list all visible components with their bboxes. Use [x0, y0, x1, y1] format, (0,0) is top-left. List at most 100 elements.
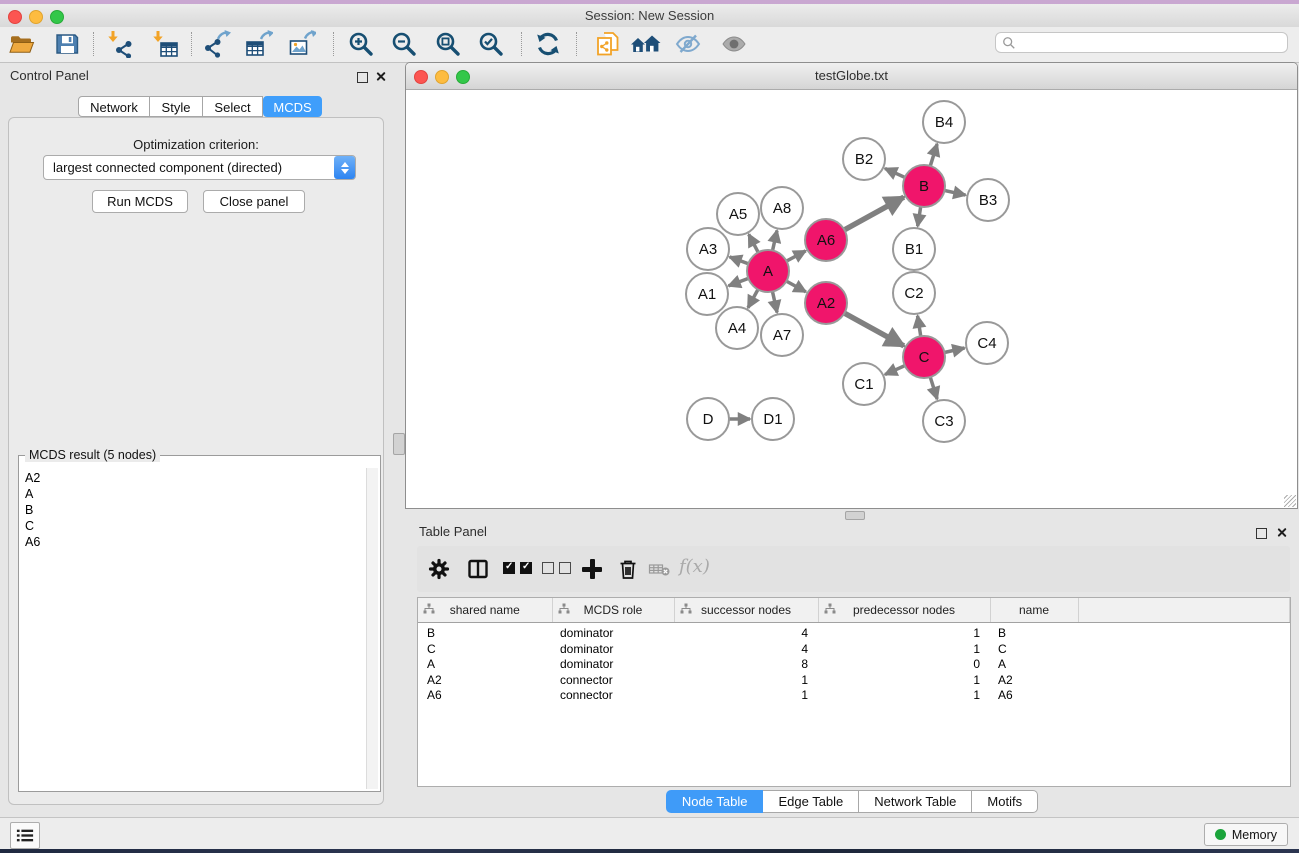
table-cell[interactable]: 4	[674, 623, 818, 642]
save-session-icon[interactable]	[53, 30, 81, 58]
memory-button[interactable]: Memory	[1204, 823, 1288, 846]
table-cell[interactable]: A6	[990, 688, 1078, 704]
settings-gear-icon[interactable]	[427, 557, 451, 581]
graph-node-B3[interactable]: B3	[967, 179, 1009, 221]
hide-selected-eye-icon[interactable]	[674, 30, 702, 58]
tab-mcds[interactable]: MCDS	[263, 96, 322, 117]
zoom-out-icon[interactable]	[390, 30, 418, 58]
close-window-button[interactable]	[8, 10, 22, 24]
graph-node-C4[interactable]: C4	[966, 322, 1008, 364]
table-cell[interactable]: B	[418, 623, 552, 642]
graph-node-C[interactable]: C	[903, 336, 945, 378]
criterion-dropdown[interactable]: largest connected component (directed)	[43, 155, 356, 180]
network-minimize-button[interactable]	[435, 70, 449, 84]
tab-network-table[interactable]: Network Table	[859, 790, 972, 813]
tab-style[interactable]: Style	[149, 96, 203, 117]
control-panel-float-button[interactable]	[357, 72, 368, 83]
table-cell[interactable]: A6	[418, 688, 552, 704]
graph-node-B4[interactable]: B4	[923, 101, 965, 143]
zoom-in-icon[interactable]	[347, 30, 375, 58]
tab-select[interactable]: Select	[202, 96, 263, 117]
graph-node-B[interactable]: B	[903, 165, 945, 207]
table-cell[interactable]: A2	[418, 673, 552, 689]
zoom-fit-icon[interactable]	[434, 30, 462, 58]
table-panel-float-button[interactable]	[1256, 528, 1267, 539]
table-cell[interactable]: 1	[818, 673, 990, 689]
column-header-shared-name[interactable]: shared name	[418, 598, 552, 623]
network-maximize-button[interactable]	[456, 70, 470, 84]
graph-node-A[interactable]: A	[747, 250, 789, 292]
close-panel-button[interactable]: Close panel	[203, 190, 305, 213]
table-row[interactable]: A6connector11A6	[418, 688, 1290, 704]
vertical-splitter-handle[interactable]	[393, 433, 405, 455]
tab-edge-table[interactable]: Edge Table	[763, 790, 859, 813]
task-history-button[interactable]	[10, 822, 40, 849]
graph-node-B1[interactable]: B1	[893, 228, 935, 270]
graph-node-D[interactable]: D	[687, 398, 729, 440]
network-files-icon[interactable]	[594, 30, 622, 58]
table-row[interactable]: Bdominator41B	[418, 623, 1290, 642]
graph-node-A2[interactable]: A2	[805, 282, 847, 324]
search-input[interactable]	[1016, 35, 1287, 51]
table-cell[interactable]: 1	[674, 688, 818, 704]
table-cell[interactable]: 8	[674, 657, 818, 673]
graph-node-C1[interactable]: C1	[843, 363, 885, 405]
deselect-all-checkboxes-icon[interactable]	[542, 562, 571, 574]
graph-node-A5[interactable]: A5	[717, 193, 759, 235]
table-cell[interactable]: 4	[674, 642, 818, 658]
table-cell[interactable]: A	[990, 657, 1078, 673]
column-header-mcds-role[interactable]: MCDS role	[552, 598, 674, 623]
graph-node-A6[interactable]: A6	[805, 219, 847, 261]
export-network-icon[interactable]	[203, 30, 231, 58]
refresh-icon[interactable]	[534, 30, 562, 58]
table-cell[interactable]: A2	[990, 673, 1078, 689]
graph-node-A3[interactable]: A3	[687, 228, 729, 270]
column-header-name[interactable]: name	[990, 598, 1078, 623]
column-header-predecessor-nodes[interactable]: predecessor nodes	[818, 598, 990, 623]
graph-node-C2[interactable]: C2	[893, 272, 935, 314]
table-row[interactable]: A2connector11A2	[418, 673, 1290, 689]
tab-network[interactable]: Network	[78, 96, 150, 117]
graph-node-A7[interactable]: A7	[761, 314, 803, 356]
minimize-window-button[interactable]	[29, 10, 43, 24]
import-table-icon[interactable]	[151, 30, 179, 58]
tab-motifs[interactable]: Motifs	[972, 790, 1038, 813]
open-file-icon[interactable]	[8, 30, 36, 58]
tab-node-table[interactable]: Node Table	[666, 790, 764, 813]
horizontal-splitter-handle[interactable]	[845, 511, 865, 520]
add-column-icon[interactable]	[582, 559, 602, 579]
maximize-window-button[interactable]	[50, 10, 64, 24]
table-cell[interactable]: connector	[552, 673, 674, 689]
home-view-icon[interactable]	[630, 30, 662, 58]
table-row[interactable]: Cdominator41C	[418, 642, 1290, 658]
export-image-icon[interactable]	[288, 30, 316, 58]
table-cell[interactable]: 1	[818, 688, 990, 704]
table-cell[interactable]: dominator	[552, 623, 674, 642]
graph-node-B2[interactable]: B2	[843, 138, 885, 180]
select-all-checkboxes-icon[interactable]	[503, 562, 532, 574]
window-resize-grip[interactable]	[1284, 495, 1296, 507]
table-cell[interactable]: dominator	[552, 642, 674, 658]
table-row[interactable]: Adominator80A	[418, 657, 1290, 673]
table-cell[interactable]: C	[990, 642, 1078, 658]
show-all-eye-icon[interactable]	[720, 30, 748, 58]
column-layout-icon[interactable]	[466, 557, 490, 581]
table-cell[interactable]: 0	[818, 657, 990, 673]
delete-column-trash-icon[interactable]	[616, 557, 640, 581]
table-cell[interactable]: dominator	[552, 657, 674, 673]
graph-node-A1[interactable]: A1	[686, 273, 728, 315]
run-mcds-button[interactable]: Run MCDS	[92, 190, 188, 213]
column-header-successor-nodes[interactable]: successor nodes	[674, 598, 818, 623]
table-panel-close-button[interactable]	[1276, 527, 1287, 538]
table-cell[interactable]: connector	[552, 688, 674, 704]
control-panel-close-button[interactable]	[375, 71, 386, 82]
network-close-button[interactable]	[414, 70, 428, 84]
graph-node-A8[interactable]: A8	[761, 187, 803, 229]
graph-node-A4[interactable]: A4	[716, 307, 758, 349]
search-field[interactable]	[995, 32, 1288, 53]
table-cell[interactable]: B	[990, 623, 1078, 642]
zoom-selected-icon[interactable]	[477, 30, 505, 58]
graph-node-D1[interactable]: D1	[752, 398, 794, 440]
table-cell[interactable]: 1	[674, 673, 818, 689]
graph-node-C3[interactable]: C3	[923, 400, 965, 442]
